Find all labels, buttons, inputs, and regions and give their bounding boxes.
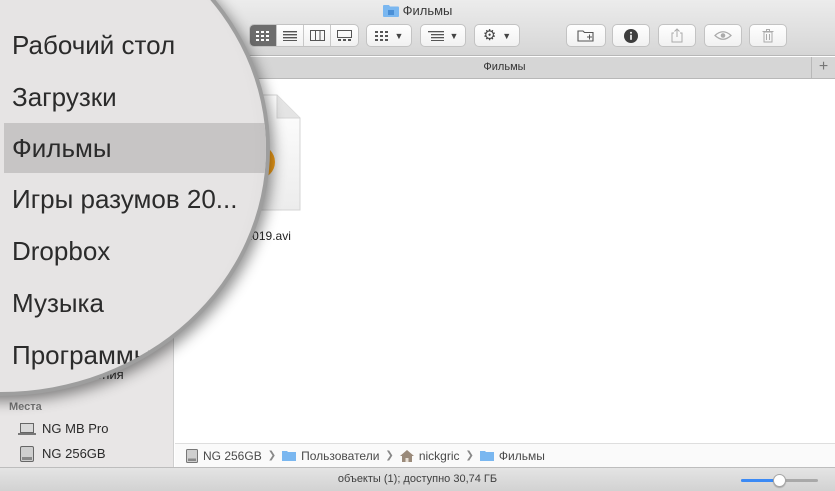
path-segment-movies[interactable]: Фильмы <box>479 449 545 463</box>
list-view-icon <box>283 30 297 41</box>
folder-icon <box>382 4 399 20</box>
add-tab-button[interactable]: + <box>811 57 835 78</box>
slider-knob[interactable] <box>773 474 786 487</box>
list-view-button[interactable] <box>277 25 304 46</box>
mag-item-downloads[interactable]: Загрузки <box>4 72 266 122</box>
chevron-right-icon: ❯ <box>267 450 277 461</box>
tab-current[interactable]: Фильмы <box>483 61 525 73</box>
file-browser-content: ов 2019.avi <box>175 79 835 443</box>
action-button[interactable]: ⚙ ▼ <box>474 24 520 47</box>
home-icon <box>399 449 414 462</box>
chevron-down-icon: ▼ <box>502 30 512 41</box>
info-icon <box>624 28 638 43</box>
tab-bar: Фильмы + <box>174 57 835 79</box>
mag-item-desktop[interactable]: Рабочий стол <box>4 20 266 70</box>
trash-icon <box>762 28 774 42</box>
sidebar-item-label: NG MB Pro <box>42 421 109 436</box>
sidebar-item-ng-mb-pro[interactable]: NG MB Pro <box>18 421 108 436</box>
column-view-icon <box>309 30 325 41</box>
folder-icon <box>282 451 297 461</box>
status-text: объекты (1); доступно 30,74 ГБ <box>337 473 498 485</box>
icon-size-slider[interactable] <box>741 474 818 487</box>
quick-look-button[interactable] <box>704 24 742 47</box>
mag-item-dropbox[interactable]: Dropbox <box>4 226 266 276</box>
sort-button[interactable]: ▼ <box>420 24 466 47</box>
window-title-text: Фильмы <box>402 3 453 18</box>
drive-icon <box>18 445 36 462</box>
mag-item-mind-games[interactable]: Игры разумов 20... <box>4 174 266 224</box>
finder-window: Фильмы ▼ ▼ ⚙ ▼ Фильмы + Места NG MB Pro … <box>0 0 835 491</box>
chevron-right-icon: ❯ <box>385 450 394 461</box>
group-icon <box>374 30 388 41</box>
chevron-down-icon: ▼ <box>394 30 404 41</box>
gear-icon: ⚙ <box>482 27 497 44</box>
path-segment-home[interactable]: nickgric <box>399 449 460 463</box>
new-folder-icon <box>577 30 594 42</box>
sidebar-section-places: Места <box>9 401 42 413</box>
folder-icon <box>479 451 494 461</box>
new-folder-button[interactable] <box>566 24 606 47</box>
trash-button[interactable] <box>749 24 787 47</box>
gallery-view-icon <box>337 30 352 41</box>
laptop-icon <box>18 422 36 436</box>
gallery-view-button[interactable] <box>331 25 358 46</box>
path-segment-drive[interactable]: NG 256GB <box>186 448 262 463</box>
path-segment-users[interactable]: Пользователи <box>282 449 379 463</box>
sidebar-item-label: NG 256GB <box>42 446 106 461</box>
drive-icon <box>186 448 198 463</box>
mag-item-applications[interactable]: Программы <box>4 330 266 380</box>
share-icon <box>671 28 683 43</box>
sidebar-item-ng-256gb[interactable]: NG 256GB <box>18 445 106 462</box>
mag-item-movies[interactable]: Фильмы <box>4 123 266 173</box>
eye-icon <box>714 31 732 40</box>
info-button[interactable] <box>612 24 650 47</box>
chevron-right-icon: ❯ <box>465 450 474 461</box>
sort-icon <box>427 30 444 41</box>
mag-item-music[interactable]: Музыка <box>4 278 266 328</box>
chevron-down-icon: ▼ <box>449 30 459 41</box>
magnifier-lens: Рабочий стол Загрузки Фильмы Игры разумо… <box>0 0 270 396</box>
path-bar: NG 256GB ❯ Пользователи ❯ nickgric ❯ Фил… <box>175 443 835 467</box>
group-button[interactable]: ▼ <box>366 24 412 47</box>
status-bar: объекты (1); доступно 30,74 ГБ <box>0 467 835 491</box>
column-view-button[interactable] <box>304 25 331 46</box>
share-button[interactable] <box>658 24 696 47</box>
